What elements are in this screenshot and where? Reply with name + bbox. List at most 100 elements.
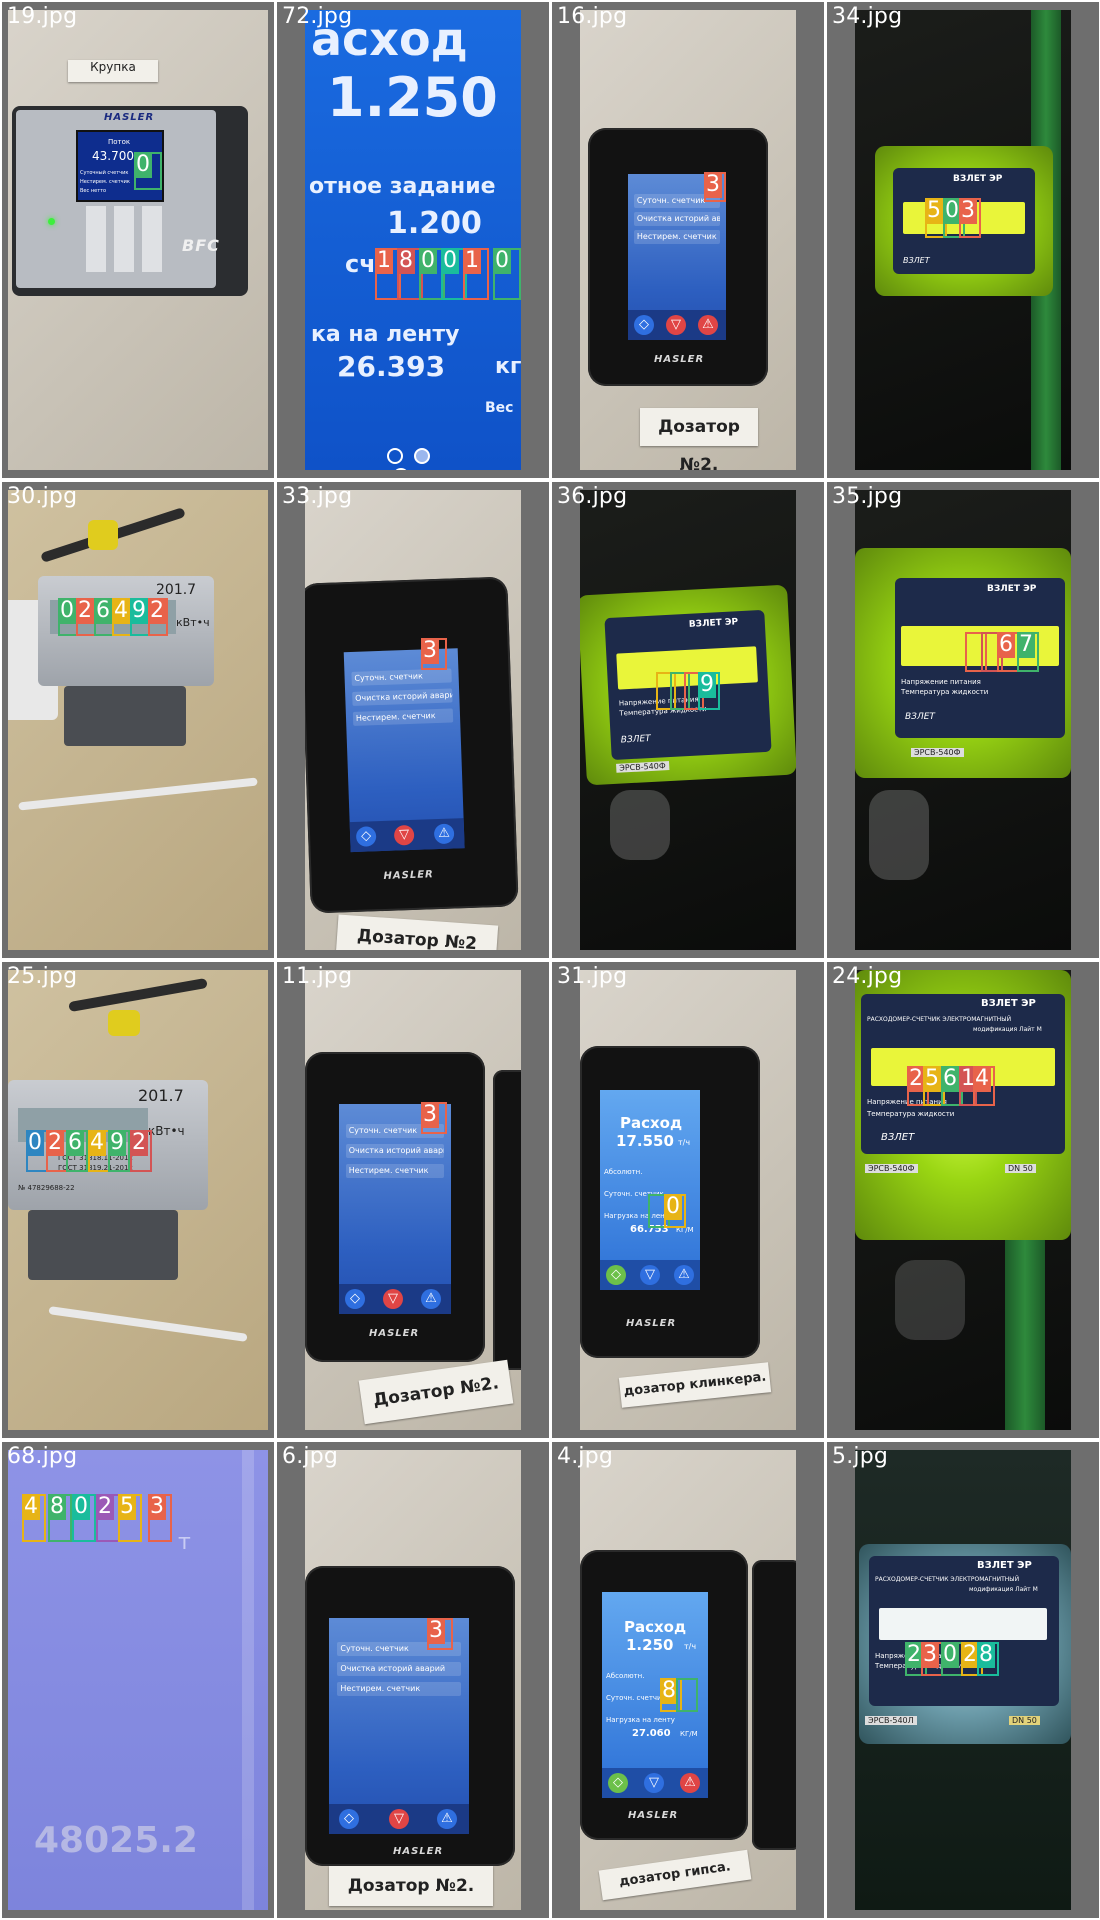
detection-label: 0 [941,1642,959,1668]
hmi-tablet: Суточн. счетчик Очистка историй аварий Н… [588,128,768,386]
photo: ВЗЛЕТ ЭР РАСХОДОМЕР-СЧЕТЧИК ЭЛЕКТРОМАГНИ… [855,970,1071,1430]
detection-box: 0 [72,1494,96,1542]
detection-label: 1 [463,248,481,274]
detection-label: 2 [76,598,94,624]
warning-icon: ⚠ [421,1289,441,1309]
detection-label: 4 [22,1494,40,1520]
detection-box: 3 [421,1102,447,1134]
detection-label: 0 [26,1130,44,1156]
photo-sign: Дозатор №2. [329,1866,493,1906]
photo: Суточн. счетчик Очистка историй аварий Н… [305,490,521,950]
cell-label: 6.jpg [282,1444,339,1469]
cell-label: 4.jpg [557,1444,614,1469]
hmi-tablet: Суточн. счетчик Очистка историй аварий Н… [305,1052,485,1362]
status-led [48,218,55,225]
detection-box: 3 [704,172,726,202]
detection-box: 4 [88,1130,110,1172]
grid-cell-4[interactable]: Расход 1.250 т/ч Абсолютн. Суточн. счетч… [552,1442,824,1918]
detection-box: 3 [921,1642,943,1676]
detection-box: 4 [22,1494,46,1542]
detection-box: 2 [130,1130,152,1172]
photo: Расход 17.550 т/ч Абсолютн. Суточн. счет… [580,970,796,1430]
photo: асход 1.250 отное задание 1.200 сч ка на… [305,10,521,470]
detection-box: 8 [48,1494,72,1542]
detection-box: 3 [421,638,447,670]
detection-label: 9 [130,598,148,624]
control-panel: HASLER Поток 43.700 Суточный счетчик Нес… [12,106,248,296]
detection-label: 9 [108,1130,126,1156]
bfc-logo: BFC [182,236,220,255]
grid-cell-11[interactable]: Суточн. счетчик Очистка историй аварий Н… [277,962,549,1438]
detection-box: 0 [664,1194,686,1228]
cell-label: 5.jpg [832,1444,889,1469]
info-icon: ◇ [339,1809,359,1829]
detection-box [676,1678,698,1712]
photo: ВЗЛЕТ ЭР ВЗЛЕТ [855,10,1071,470]
cell-label: 31.jpg [557,964,628,989]
grid-cell-24[interactable]: ВЗЛЕТ ЭР РАСХОДОМЕР-СЧЕТЧИК ЭЛЕКТРОМАГНИ… [827,962,1099,1438]
hasler-logo: HASLER [383,869,434,882]
detection-label: 0 [134,152,152,178]
detection-label: 2 [130,1130,148,1156]
hasler-logo: HASLER [369,1328,420,1339]
photo: ВЗЛЕТ ЭР Напряжение питания Температура … [580,490,796,950]
grid-cell-36[interactable]: ВЗЛЕТ ЭР Напряжение питания Температура … [552,482,824,958]
hmi-tablet: Суточн. счетчик Очистка историй аварий Н… [305,1566,515,1866]
stop-icon: ▽ [383,1289,403,1309]
detection-box: 0 [26,1130,48,1172]
detection-box: 2 [148,598,168,636]
grid-cell-68[interactable]: т 48025.2 68.jpg 4 8 0 2 5 3 [2,1442,274,1918]
detection-label: 6 [941,1066,959,1092]
detection-label: 6 [66,1130,84,1156]
photo-sign: Дозатор №2. [358,1359,514,1425]
photo-sign: дозатор гипса. [598,1849,752,1901]
grid-cell-16[interactable]: Суточн. счетчик Очистка историй аварий Н… [552,2,824,478]
grid-cell-5[interactable]: ВЗЛЕТ ЭР РАСХОДОМЕР-СЧЕТЧИК ЭЛЕКТРОМАГНИ… [827,1442,1099,1918]
detection-box: 0 [134,152,162,190]
photo: 201.7 кВт•ч ГОСТ 31818.11-2012 ГОСТ 3181… [8,970,268,1430]
hasler-logo: HASLER [104,112,155,123]
grid-cell-30[interactable]: 201.7 кВт•ч 30.jpg 0 2 6 4 9 2 [2,482,274,958]
warning-icon: ⚠ [674,1265,694,1285]
detection-box: 3 [148,1494,172,1542]
detection-box: 6 [997,632,1019,672]
photo: Суточн. счетчик Очистка историй аварий Н… [580,10,796,470]
cell-label: 68.jpg [7,1444,78,1469]
grid-cell-6[interactable]: Суточн. счетчик Очистка историй аварий Н… [277,1442,549,1918]
cell-label: 30.jpg [7,484,78,509]
detection-box: 5 [118,1494,142,1542]
detection-box: 2 [76,598,96,636]
grid-cell-19[interactable]: Крупка HASLER Поток 43.700 Суточный счет… [2,2,274,478]
detection-label: 4 [973,1066,991,1092]
detection-label: 3 [421,1102,439,1128]
detection-label: 3 [959,198,977,224]
cell-label: 19.jpg [7,4,78,29]
grid-cell-25[interactable]: 201.7 кВт•ч ГОСТ 31818.11-2012 ГОСТ 3181… [2,962,274,1438]
detection-label: 8 [397,248,415,274]
grid-cell-72[interactable]: асход 1.250 отное задание 1.200 сч ка на… [277,2,549,478]
cell-label: 34.jpg [832,4,903,29]
grid-cell-35[interactable]: ВЗЛЕТ ЭР Напряжение питания Температура … [827,482,1099,958]
stop-icon: ▽ [666,315,686,335]
detection-label: 4 [112,598,130,624]
detection-label: 3 [421,638,439,664]
grid-cell-34[interactable]: ВЗЛЕТ ЭР ВЗЛЕТ 34.jpg 5 0 3 [827,2,1099,478]
grid-cell-33[interactable]: Суточн. счетчик Очистка историй аварий Н… [277,482,549,958]
detection-label: 0 [58,598,76,624]
cell-label: 24.jpg [832,964,903,989]
photo-sign: дозатор клинкера. [618,1362,772,1408]
detection-label: 5 [923,1066,941,1092]
photo: Суточн. счетчик Очистка историй аварий Н… [305,970,521,1430]
cell-label: 25.jpg [7,964,78,989]
detection-label: 0 [72,1494,90,1520]
hmi-tablet: Суточн. счетчик Очистка историй аварий Н… [305,576,519,914]
detection-label: 5 [925,198,943,224]
hmi-screen: Расход 17.550 т/ч Абсолютн. Суточн. счет… [600,1090,700,1290]
detection-label: 3 [704,172,722,198]
grid-cell-31[interactable]: Расход 17.550 т/ч Абсолютн. Суточн. счет… [552,962,824,1438]
detection-box: 3 [427,1618,453,1650]
photo-sign: Дозатор №2 [335,914,499,950]
detection-box: 6 [66,1130,88,1172]
cell-label: 11.jpg [282,964,353,989]
detection-label: 8 [977,1642,995,1668]
